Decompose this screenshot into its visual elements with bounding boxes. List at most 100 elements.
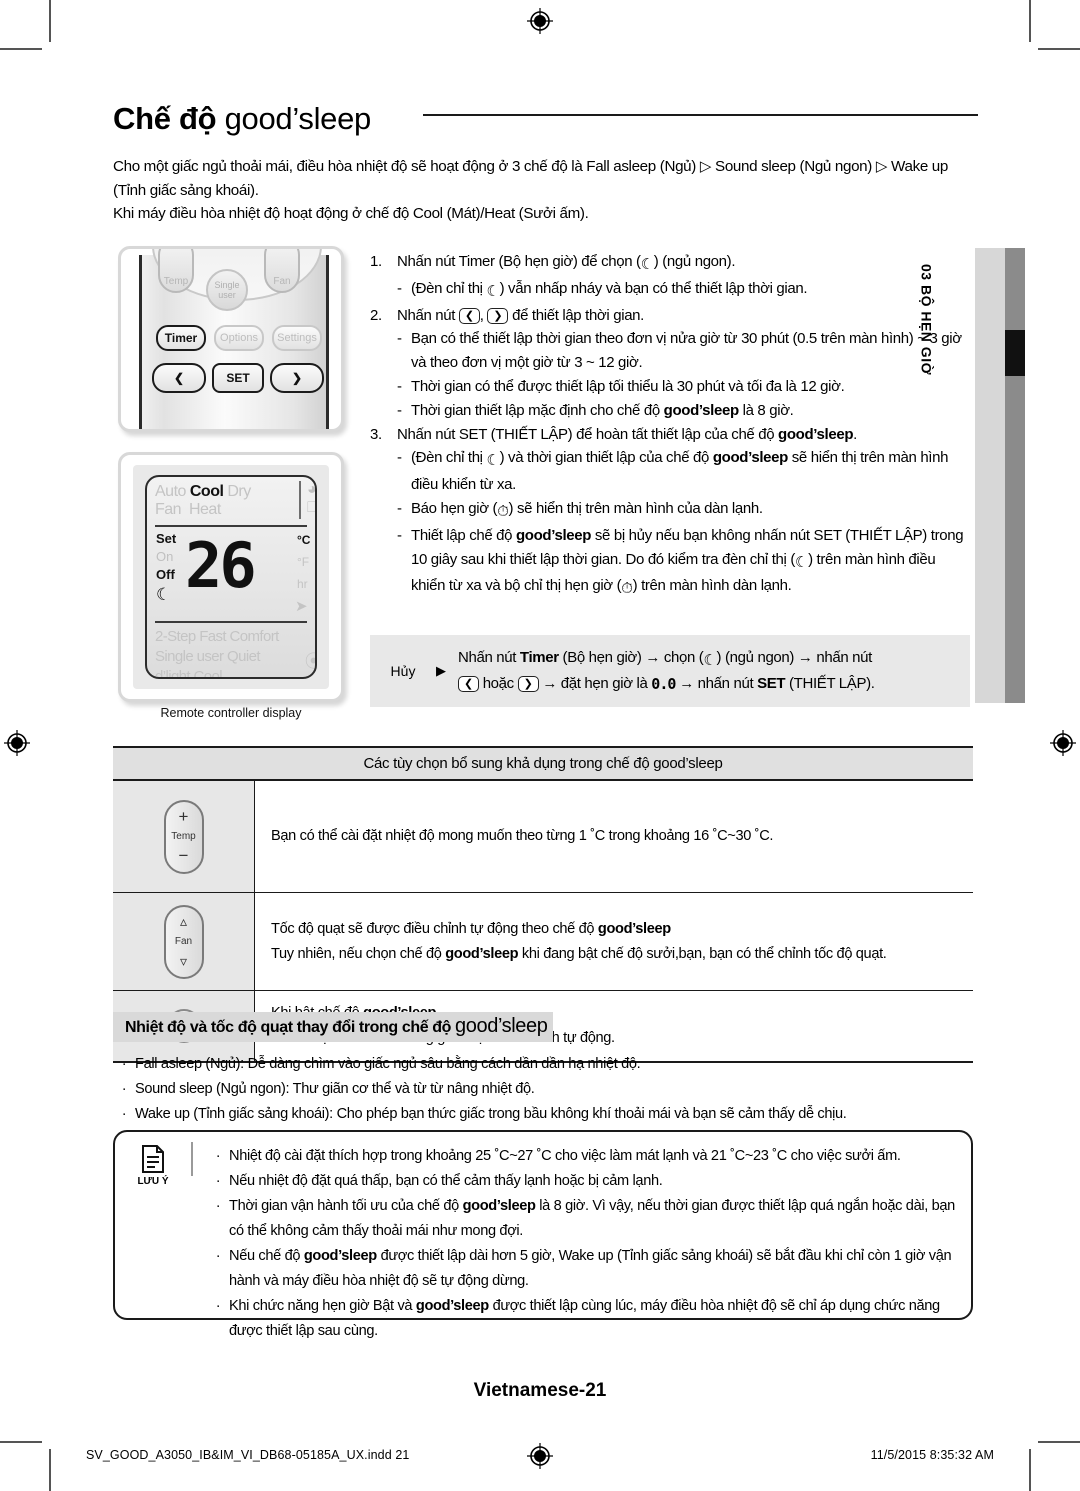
registration-target-bottom	[527, 1443, 553, 1469]
timer-button[interactable]: Timer	[156, 325, 206, 351]
list-item: · Nhiệt độ cài đặt thích hợp trong khoản…	[207, 1144, 955, 1169]
note-label: LƯU Ý	[137, 1176, 169, 1187]
step-2-sub-3-goodsleep: good’sleep	[663, 401, 739, 419]
chevron-down-icon: ▿	[179, 952, 188, 969]
list-item: · Fall asleep (Ngủ): Dễ dàng chìm vào gi…	[113, 1052, 973, 1077]
cancel-line2-a: hoặc	[478, 675, 518, 692]
step-1-text-before: Nhấn nút Timer (Bộ hẹn giờ) để chọn (	[397, 253, 641, 270]
step-3-sub-3-goodsleep: good’sleep	[515, 526, 592, 544]
fan-line-2-goodsleep: good’sleep	[445, 945, 519, 962]
lcd-opt-comfort: Comfort	[229, 628, 280, 645]
temp-label: Temp	[171, 830, 196, 842]
step-3: 3. Nhấn nút SET (THIẾT LẬP) để hoàn tất …	[370, 423, 970, 447]
sub-dash: -	[397, 526, 402, 544]
manual-page: Chế độ good’sleep Cho một giấc ngủ thoải…	[0, 0, 1080, 1491]
temp-button-icon[interactable]: + Temp −	[163, 799, 204, 874]
note-text-5-goodsleep: good’sleep	[415, 1298, 489, 1314]
lcd-temperature-value: 26	[185, 529, 257, 602]
set-button[interactable]: SET	[212, 363, 264, 393]
good-sleep-icon: ☾	[486, 282, 500, 300]
bullet-dot-icon: ·	[121, 1106, 127, 1122]
list-item: · Thời gian vận hành tối ưu của chế độ g…	[207, 1194, 956, 1244]
cancel-line2-d: (THIẾT LẬP).	[785, 675, 875, 692]
good-sleep-icon: ☾	[794, 553, 809, 571]
page-number-label: Vietnamese-21	[473, 1380, 607, 1401]
step-3-sub-3-text: Thiết lập chế độ good’sleep sẽ bị hủy nế…	[411, 524, 970, 601]
step-2-sub-3-after: là 8 giờ.	[738, 401, 794, 419]
step-1-text: Nhấn nút Timer (Bộ hẹn giờ) để chọn (☾) …	[397, 250, 970, 277]
note-icon-column: LƯU Ý	[115, 1132, 191, 1204]
options-button[interactable]: Options	[214, 325, 264, 351]
lcd-unit-fahrenheit: °F	[297, 555, 310, 569]
options-row-temp: + Temp − Bạn có thể cài đặt nhiệt độ mon…	[113, 781, 973, 893]
left-arrow-key-icon: ❮	[458, 307, 480, 324]
registration-target-top	[527, 8, 553, 34]
crop-mark-bottom-left-h	[0, 1441, 42, 1443]
crop-mark-top-right-h	[1038, 48, 1080, 50]
right-arrow-button[interactable]: ❯	[270, 363, 324, 393]
chapter-bar	[1005, 248, 1025, 703]
note-text-5-a: Khi chức năng hẹn giờ Bật và	[229, 1298, 416, 1314]
step-1-text-after: ) (ngủ ngon).	[653, 253, 736, 270]
note-text-1: Nhiệt độ cài đặt thích hợp trong khoảng …	[229, 1148, 901, 1164]
cancel-timer-label: Timer	[519, 648, 559, 666]
options-row-fan-line-2: Tuy nhiên, nếu chọn chế độ good’sleep kh…	[271, 942, 961, 967]
title-rule	[423, 114, 978, 116]
registration-target-right	[1050, 730, 1076, 756]
list-item: · Nếu chế độ good’sleep được thiết lập d…	[207, 1244, 955, 1294]
step-2-number: 2.	[370, 306, 382, 324]
note-text-5: Khi chức năng hẹn giờ Bật và good’sleep …	[229, 1294, 955, 1344]
step-1-sub-1-text: (Đèn chỉ thị ☾) vẫn nhấp nháy và bạn có …	[411, 277, 970, 304]
step-2: 2. Nhấn nút ❮, ❯ để thiết lập thời gian.	[370, 304, 970, 328]
step-1-sub-1-before: (Đèn chỉ thị	[411, 279, 487, 297]
step-3-sub-1-before: (Đèn chỉ thị	[411, 449, 487, 467]
note-document-icon	[142, 1145, 164, 1173]
chevron-up-icon: ▵	[179, 913, 188, 930]
fan-button-icon[interactable]: ▵ Fan ▿	[163, 904, 204, 979]
page-title: Chế độ good’sleep	[113, 100, 978, 138]
step-3-after: .	[853, 425, 857, 443]
page-title-bold: Chế độ	[113, 101, 217, 136]
settings-button[interactable]: Settings	[272, 325, 322, 351]
step-3-sub-1-text: (Đèn chỉ thị ☾) và thời gian thiết lập c…	[411, 446, 970, 497]
good-sleep-icon: ☾	[156, 585, 172, 604]
list-item: · Sound sleep (Ngủ ngon): Thư giãn cơ th…	[113, 1077, 973, 1102]
right-arrow-key-icon: ❯	[487, 307, 509, 324]
step-3-sub-1-mid: ) và thời gian thiết lập của chế độ	[499, 449, 713, 467]
sub-dash: -	[397, 377, 402, 395]
single-user-button[interactable]: Single user	[206, 269, 248, 311]
fan-line-2-a: Tuy nhiên, nếu chọn chế độ	[271, 945, 446, 962]
lcd-opt-2step: 2-Step	[155, 628, 196, 645]
step-2-sub-3-text: Thời gian thiết lập mặc định cho chế độ …	[411, 399, 970, 423]
lcd-mode-dry: Dry	[227, 483, 251, 500]
lcd-mode-heat: Heat	[188, 501, 221, 518]
chapter-bar-active	[1005, 330, 1025, 376]
step-3-sub-1: - (Đèn chỉ thị ☾) và thời gian thiết lập…	[370, 446, 970, 497]
step-1-sub-1: - (Đèn chỉ thị ☾) vẫn nhấp nháy và bạn c…	[370, 277, 970, 304]
step-3-number: 3.	[370, 425, 382, 443]
lcd-display-off-icon: ⎕	[307, 499, 317, 516]
step-2-sub-3: - Thời gian thiết lập mặc định cho chế đ…	[370, 399, 970, 423]
cancel-instruction-band: Hủy ▶ Nhấn nút Timer (Bộ hẹn giờ) → chọn…	[370, 635, 970, 707]
note-text-4: Nếu chế độ good’sleep được thiết lập dài…	[229, 1244, 955, 1294]
good-sleep-icon: ☾	[486, 452, 500, 470]
fan-button[interactable]: Fan	[264, 249, 300, 293]
step-2-text-mid: ,	[479, 306, 488, 324]
remote-body: Temp Single user Fan Timer Options Setti…	[139, 249, 329, 429]
good-sleep-icon: ☾	[703, 651, 717, 669]
step-3-sub-2-before: Báo hẹn giờ (	[411, 499, 498, 517]
note-box: LƯU Ý · Nhiệt độ cài đặt thích hợp trong…	[113, 1130, 973, 1339]
clock-icon: ⏱	[497, 502, 509, 520]
options-header-goodsleep: good’sleep	[653, 755, 723, 772]
bullet-dot-icon: ·	[215, 1173, 221, 1189]
page-title-light: good’sleep	[224, 101, 372, 136]
step-3-sub-3-d: ) trên màn hình dàn lạnh.	[632, 577, 792, 595]
lcd-unit-hour: hr	[297, 577, 308, 591]
lcd-opt-dlight-cool: d’light Cool	[155, 668, 223, 679]
note-text-4-a: Nếu chế độ	[229, 1248, 304, 1264]
bullet-dot-icon: ·	[215, 1148, 221, 1164]
temp-button[interactable]: Temp	[158, 249, 194, 293]
left-arrow-button[interactable]: ❮	[152, 363, 206, 393]
bullet-text-3: Wake up (Tỉnh giấc sảng khoái): Cho phép…	[135, 1106, 847, 1122]
crop-mark-top-left-h	[0, 48, 42, 50]
